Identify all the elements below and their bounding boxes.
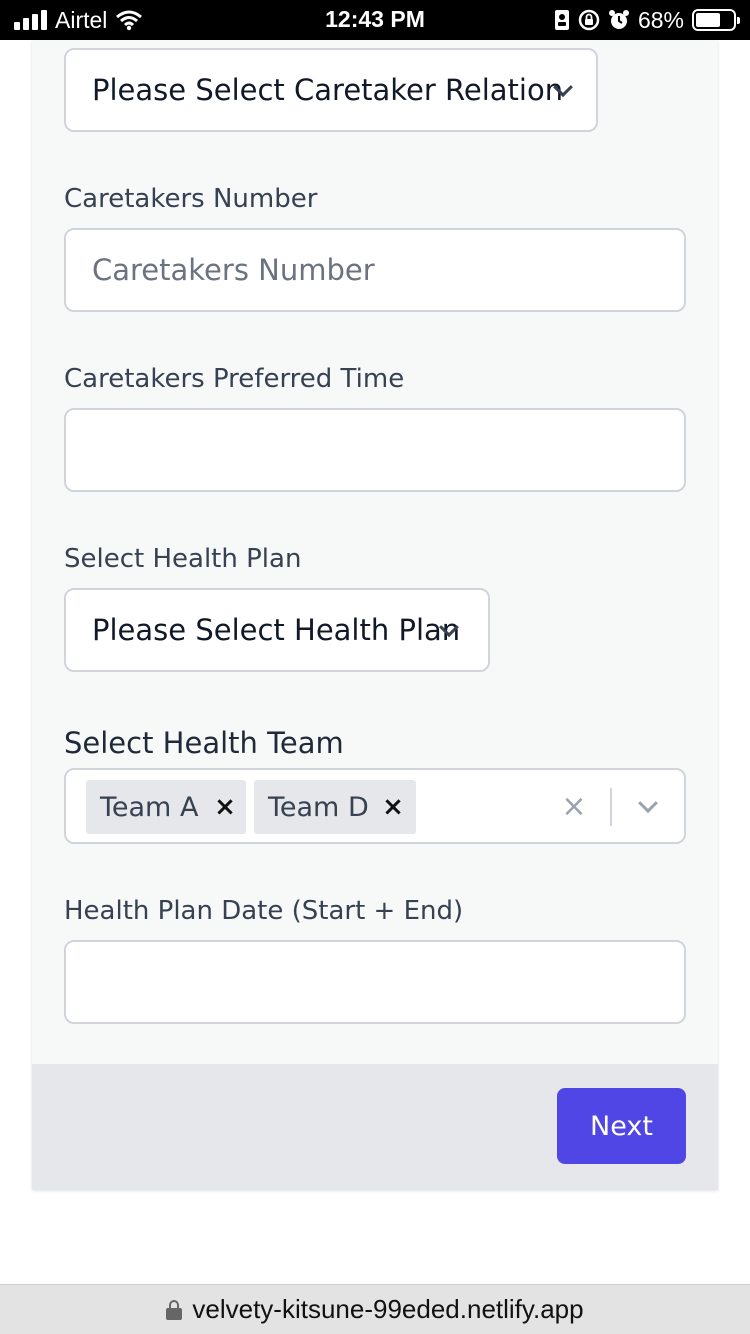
- caretaker-relation-select[interactable]: Please Select Caretaker Relation: [64, 48, 598, 132]
- status-right: 68%: [554, 6, 740, 34]
- lock-icon: [166, 1299, 183, 1320]
- team-chip: Team D ×: [254, 780, 416, 834]
- caretakers-number-placeholder: Caretakers Number: [92, 253, 375, 287]
- next-button[interactable]: Next: [557, 1088, 686, 1164]
- health-team-label: Select Health Team: [64, 726, 344, 760]
- browser-url-bar[interactable]: velvety-kitsune-99eded.netlify.app: [0, 1284, 750, 1334]
- health-plan-value: Please Select Health Plan: [92, 613, 461, 647]
- battery-percent: 68%: [637, 6, 684, 33]
- team-chip-label: Team D: [268, 791, 369, 823]
- orientation-lock-icon: [578, 9, 600, 31]
- portrait-lock-icon: [554, 10, 569, 30]
- health-plan-date-input[interactable]: [64, 940, 686, 1024]
- battery-icon: [692, 9, 740, 31]
- caretakers-number-label: Caretakers Number: [64, 184, 318, 214]
- health-team-multiselect[interactable]: Team A × Team D × ×: [64, 768, 686, 844]
- caretaker-relation-value: Please Select Caretaker Relation: [92, 73, 564, 107]
- health-plan-label: Select Health Plan: [64, 544, 302, 574]
- close-icon[interactable]: ×: [210, 780, 240, 834]
- select-divider: [610, 788, 612, 826]
- caretakers-number-input[interactable]: Caretakers Number: [64, 228, 686, 312]
- url-text: velvety-kitsune-99eded.netlify.app: [192, 1294, 584, 1324]
- clear-all-icon[interactable]: ×: [554, 770, 594, 842]
- team-chip: Team A ×: [86, 780, 246, 834]
- caretakers-preferred-time-label: Caretakers Preferred Time: [64, 364, 405, 394]
- team-chip-label: Team A: [100, 791, 199, 823]
- status-bar: Airtel 12:43 PM 68%: [0, 0, 750, 40]
- health-plan-date-label: Health Plan Date (Start + End): [64, 896, 464, 926]
- health-plan-select[interactable]: Please Select Health Plan: [64, 588, 490, 672]
- caretakers-preferred-time-input[interactable]: [64, 408, 686, 492]
- battery-level: [696, 13, 721, 27]
- alarm-icon: [608, 10, 629, 29]
- close-icon[interactable]: ×: [378, 780, 408, 834]
- chevron-down-icon[interactable]: [638, 793, 658, 814]
